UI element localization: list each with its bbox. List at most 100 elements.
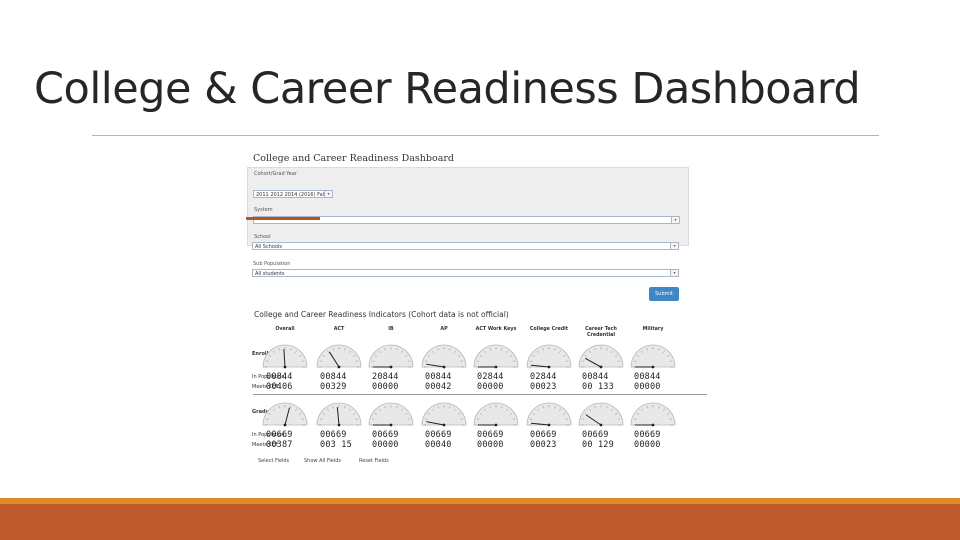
dashboard-title: College and Career Readiness Dashboard xyxy=(253,153,455,164)
gauge-svg xyxy=(578,402,624,427)
column-header: ACT Work Keys xyxy=(475,327,517,332)
column-header: Overall xyxy=(275,327,295,332)
gauge-hub xyxy=(651,365,655,369)
counter-value: 00844 xyxy=(266,372,293,382)
gauge-hub xyxy=(389,365,393,369)
gauge-hub xyxy=(599,365,603,369)
gauge-hub xyxy=(337,423,341,427)
gauge-hub xyxy=(599,423,603,427)
select-fields-link[interactable]: Select Fields xyxy=(258,458,289,464)
counter-value: 00669 xyxy=(425,430,452,440)
counter-value: 00000 xyxy=(372,382,399,392)
chevron-down-icon: ▾ xyxy=(670,270,678,276)
counter-value: 00669 xyxy=(582,430,609,440)
gauge-svg xyxy=(368,402,414,427)
counter-value: 00844 xyxy=(320,372,347,382)
subpop-label: Sub Population xyxy=(253,261,291,267)
gauge xyxy=(366,343,416,369)
slide-title: College & Career Readiness Dashboard xyxy=(34,64,861,114)
counter-value: 00329 xyxy=(320,382,347,392)
highlight-marker xyxy=(246,217,320,220)
subpop-select[interactable]: All students ▾ xyxy=(252,269,679,277)
subpop-select-value: All students xyxy=(255,271,285,277)
gauge xyxy=(314,401,364,427)
school-select-value: All Schools xyxy=(255,244,282,250)
cohort-label: Cohort/Grad Year xyxy=(254,171,297,177)
gauge xyxy=(366,401,416,427)
school-label: School xyxy=(254,234,271,240)
system-label: System xyxy=(254,207,273,213)
gauge xyxy=(628,343,678,369)
column-header: Military xyxy=(642,327,664,332)
gauge xyxy=(628,401,678,427)
counter-value: 00000 xyxy=(634,440,661,450)
gauge xyxy=(419,343,469,369)
column-header: IB xyxy=(388,327,394,332)
gauge-hub xyxy=(283,423,287,427)
gauge-hub xyxy=(494,423,498,427)
submit-button[interactable]: Submit xyxy=(649,287,679,301)
gauge-svg xyxy=(630,402,676,427)
gauge-svg xyxy=(473,402,519,427)
cohort-select[interactable]: 2011 2012 2014 (2016) Fall ▾ xyxy=(253,190,333,198)
gauge xyxy=(314,343,364,369)
cohort-select-value: 2011 2012 2014 (2016) Fall xyxy=(256,192,326,198)
counter-value: 00844 xyxy=(582,372,609,382)
dashboard-screenshot: College and Career Readiness Dashboard C… xyxy=(247,147,709,472)
gauge-svg xyxy=(421,344,467,369)
counter-value: 00669 xyxy=(477,430,504,440)
counter-value: 00000 xyxy=(477,382,504,392)
indicators-title: College and Career Readiness Indicators … xyxy=(254,310,509,319)
gauge-hub xyxy=(337,365,341,369)
gauge-svg xyxy=(630,344,676,369)
gauge-svg xyxy=(316,344,362,369)
counter-value: 00 129 xyxy=(582,440,614,450)
gauge-hub xyxy=(442,423,446,427)
gauge-svg xyxy=(262,344,308,369)
footer-bar xyxy=(0,504,960,540)
gauge-hub xyxy=(442,365,446,369)
counter-value: 20844 xyxy=(372,372,399,382)
gauge xyxy=(260,343,310,369)
gauge-hub xyxy=(547,423,551,427)
show-all-fields-link[interactable]: Show All Fields xyxy=(304,458,341,464)
gauge-svg xyxy=(578,344,624,369)
title-rule xyxy=(92,135,879,136)
counter-value: 00669 xyxy=(634,430,661,440)
counter-value: 00669 xyxy=(320,430,347,440)
counter-value: 00042 xyxy=(425,382,452,392)
reset-fields-link[interactable]: Reset Fields xyxy=(359,458,389,464)
gauge-hub xyxy=(651,423,655,427)
gauge xyxy=(471,343,521,369)
gauge xyxy=(471,401,521,427)
gauge-svg xyxy=(262,402,308,427)
gauge-hub xyxy=(283,365,287,369)
counter-value: 00000 xyxy=(372,440,399,450)
counter-value: 00040 xyxy=(425,440,452,450)
gauge-svg xyxy=(421,402,467,427)
chevron-down-icon: ▾ xyxy=(671,217,679,223)
chevron-down-icon: ▾ xyxy=(670,243,678,249)
counter-value: 00844 xyxy=(425,372,452,382)
gauge xyxy=(260,401,310,427)
gauge xyxy=(576,401,626,427)
gauge-hub xyxy=(547,365,551,369)
counter-value: 00844 xyxy=(634,372,661,382)
counter-value: 00023 xyxy=(530,440,557,450)
school-select[interactable]: All Schools ▾ xyxy=(252,242,679,250)
counter-value: 00669 xyxy=(530,430,557,440)
counter-value: 00000 xyxy=(477,440,504,450)
gauge xyxy=(524,401,574,427)
chevron-down-icon: ▾ xyxy=(324,191,332,197)
counter-value: 00406 xyxy=(266,382,293,392)
column-header: AP xyxy=(440,327,448,332)
gauge xyxy=(419,401,469,427)
counter-value: 003 15 xyxy=(320,440,352,450)
counter-value: 02844 xyxy=(477,372,504,382)
gauge-hub xyxy=(389,423,393,427)
gauge-svg xyxy=(473,344,519,369)
filter-panel: Cohort/Grad Year 2011 2012 2014 (2016) F… xyxy=(247,167,689,246)
gauge-svg xyxy=(526,344,572,369)
counter-value: 00669 xyxy=(266,430,293,440)
gauge-svg xyxy=(526,402,572,427)
